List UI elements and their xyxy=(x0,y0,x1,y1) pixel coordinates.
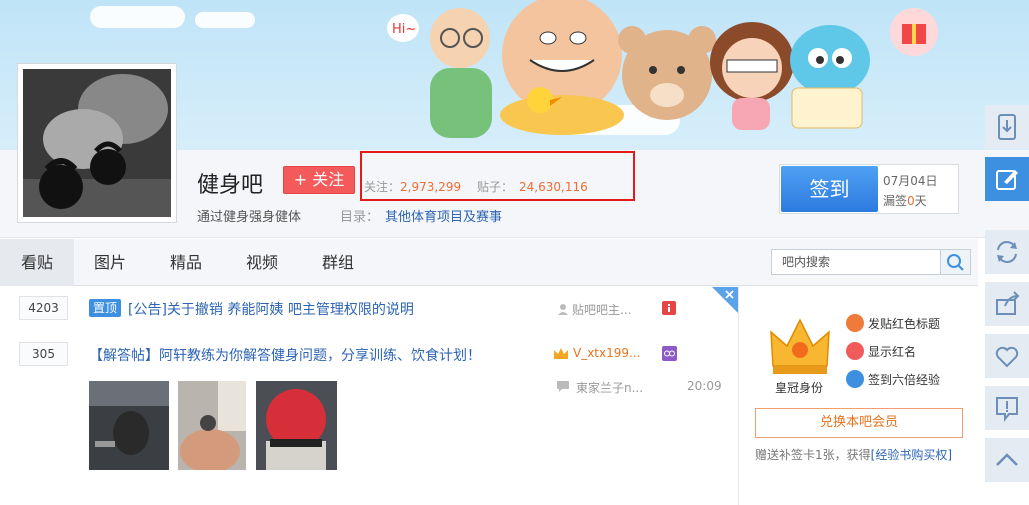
info-icon xyxy=(662,301,676,315)
follow-stat: 关注：2,973,299 xyxy=(364,178,461,195)
post-title[interactable]: 【解答帖】阿轩教练为你解答健身问题，分享训练、饮食计划！ xyxy=(89,345,481,365)
directory-link[interactable]: 其他体育项目及赛事 xyxy=(385,206,502,225)
signin-bonus-icon xyxy=(846,370,864,388)
follow-count: 2,973,299 xyxy=(400,180,462,194)
tab-featured[interactable]: 精品 xyxy=(156,239,216,286)
avatar-image xyxy=(23,69,171,217)
search-icon xyxy=(947,254,964,271)
posts-stat-label: 贴子： xyxy=(477,180,514,194)
selfie-photo-thumbnail xyxy=(178,381,246,470)
bonus-description: 赠送补签卡1张，获得 xyxy=(755,448,871,462)
signin-button[interactable]: 签到 xyxy=(781,166,878,212)
favorite-icon xyxy=(995,346,1019,368)
report-icon xyxy=(996,397,1018,422)
directory-label: 目录： xyxy=(340,210,380,225)
last-reply-author[interactable]: 東家兰子n... xyxy=(576,379,643,396)
back-photo-thumbnail xyxy=(256,381,337,470)
back-to-top-button[interactable] xyxy=(985,438,1029,482)
pinned-badge: 置顶 xyxy=(89,299,121,317)
favorite-button[interactable] xyxy=(985,334,1029,378)
posts-count: 24,630,116 xyxy=(519,180,588,194)
perk-signin-exp: 签到六倍经验 xyxy=(868,373,941,387)
report-button[interactable] xyxy=(985,386,1029,430)
download-button[interactable] xyxy=(985,105,1029,149)
banner-cartoon-illustration: Hi~ xyxy=(387,0,938,138)
back-to-top-icon xyxy=(996,453,1018,466)
floating-toolbar xyxy=(985,105,1029,505)
post-thumbnail[interactable] xyxy=(89,381,169,470)
exchange-member-button[interactable]: 兑换本吧会员 xyxy=(755,408,963,438)
crown-identity-label: 皇冠身份 xyxy=(775,381,824,395)
post-author[interactable]: 贴吧吧主... xyxy=(572,301,631,318)
perk-red-title: 发贴红色标题 xyxy=(868,317,941,331)
share-button[interactable] xyxy=(985,282,1029,326)
vip-crown-icon xyxy=(554,348,568,359)
perk-red-name: 显示红名 xyxy=(868,345,917,359)
share-icon xyxy=(996,291,1020,315)
level-badge-icon xyxy=(662,346,677,361)
forum-slogan: 通过健身强身健体 xyxy=(197,210,302,225)
download-icon xyxy=(998,114,1016,140)
refresh-icon xyxy=(997,241,1017,263)
author-user-icon xyxy=(558,304,568,315)
post-thumbnail[interactable] xyxy=(256,381,337,470)
last-reply-time: 20:09 xyxy=(687,379,722,393)
close-corner-icon[interactable] xyxy=(712,287,738,313)
signin-missed: 漏签0天 xyxy=(883,192,927,209)
post-title[interactable]: [公告]关于撤销 养能阿姨 吧主管理权限的说明 xyxy=(128,299,414,319)
post-author[interactable]: V_xtx199... xyxy=(573,346,640,360)
follow-stat-label: 关注： xyxy=(364,180,401,194)
tab-videos[interactable]: 视频 xyxy=(232,239,292,286)
forum-search-input[interactable]: 吧内搜索 xyxy=(771,249,941,275)
missed-count: 0 xyxy=(907,194,915,208)
missed-prefix: 漏签 xyxy=(883,194,908,208)
avatar-kettlebell-photo xyxy=(23,69,171,217)
tab-images[interactable]: 图片 xyxy=(80,239,140,286)
search-button[interactable] xyxy=(940,249,971,275)
write-post-button[interactable] xyxy=(985,157,1029,201)
signin-date: 07月04日 xyxy=(883,174,938,188)
red-title-icon xyxy=(846,314,864,332)
follow-button[interactable]: + 关注 xyxy=(283,166,355,194)
crown-icon xyxy=(770,318,830,374)
reply-count: 305 xyxy=(19,342,68,366)
forum-avatar[interactable] xyxy=(17,63,177,223)
refresh-button[interactable] xyxy=(985,230,1029,274)
gym-photo-thumbnail xyxy=(89,381,169,470)
reply-bubble-icon xyxy=(557,381,569,392)
bonus-link[interactable]: [经验书购买权] xyxy=(871,448,952,462)
tab-posts[interactable]: 看贴 xyxy=(0,239,74,286)
reply-count: 4203 xyxy=(19,296,68,320)
edit-icon xyxy=(996,170,1018,190)
missed-suffix: 天 xyxy=(914,194,927,208)
red-name-icon xyxy=(846,342,864,360)
bonus-text: 赠送补签卡1张，获得[经验书购买权] xyxy=(755,446,952,463)
forum-name: 健身吧 xyxy=(197,173,264,198)
post-thumbnail[interactable] xyxy=(178,381,246,470)
posts-stat: 贴子： 24,630,116 xyxy=(477,178,588,195)
banner-bubble-text: Hi~ xyxy=(392,22,416,37)
tab-groups[interactable]: 群组 xyxy=(308,239,368,286)
